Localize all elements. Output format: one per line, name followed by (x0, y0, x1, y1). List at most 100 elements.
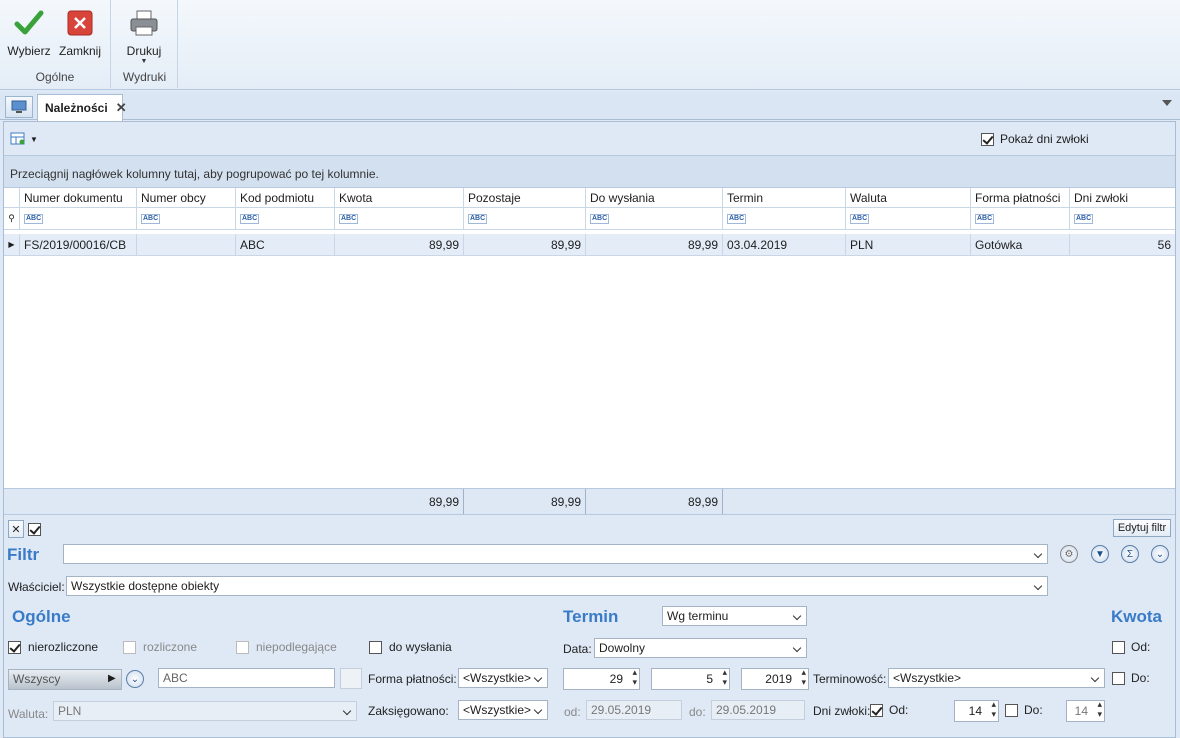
date-to-input[interactable]: 29.05.2019 (711, 700, 805, 720)
owner-label: Właściciel: (8, 580, 65, 594)
column-filter[interactable]: ABC (236, 208, 335, 229)
chevron-down-icon[interactable]: ⌄ (126, 670, 144, 688)
group-by-area[interactable]: Przeciągnij nagłówek kolumny tutaj, aby … (4, 155, 1175, 188)
table-cell: Gotówka (971, 234, 1070, 255)
abc-filter-icon: ABC (468, 213, 488, 224)
clear-filter-icon[interactable]: ✕ (8, 520, 24, 538)
ribbon-group-prints: Drukuj ▼ Wydruki (112, 0, 178, 88)
column-filter[interactable]: ABC (335, 208, 464, 229)
total-amount: 89,99 (335, 489, 464, 514)
posted-select[interactable]: <Wszystkie> (458, 700, 548, 720)
funnel-icon[interactable]: ▼ (1091, 545, 1109, 563)
column-filter[interactable]: ABC (1070, 208, 1175, 229)
grid-footer-totals: 89,99 89,99 89,99 (4, 488, 1175, 514)
day-spinner[interactable]: 29 (563, 667, 640, 690)
unsettled-check[interactable] (8, 640, 21, 654)
expand-icon[interactable]: ⌄ (1151, 545, 1169, 563)
currency-label: Waluta: (8, 707, 49, 721)
filter-row-icon: ⚲ (4, 208, 20, 229)
days-late-to-check[interactable] (1005, 703, 1018, 717)
amount-to-checkbox[interactable]: Do: (1112, 671, 1150, 685)
column-header[interactable]: Numer dokumentu (20, 188, 137, 207)
tab-home[interactable] (5, 96, 33, 118)
days-late-to-spinner[interactable]: 14 (1066, 699, 1105, 722)
timeliness-label: Terminowość: (813, 672, 887, 686)
tab-menu-icon[interactable] (1162, 100, 1172, 106)
close-tab-icon[interactable]: ✕ (116, 100, 127, 116)
date-from-input[interactable]: 29.05.2019 (586, 700, 682, 720)
filter-row: ⚲ ABC ABC ABC ABC ABC ABC ABC ABC ABC AB… (4, 208, 1175, 230)
column-filter[interactable]: ABC (723, 208, 846, 229)
column-filter[interactable]: ABC (846, 208, 971, 229)
column-filter[interactable]: ABC (971, 208, 1070, 229)
column-header[interactable]: Pozostaje (464, 188, 586, 207)
settled-checkbox[interactable]: rozliczone (123, 640, 197, 654)
play-icon[interactable]: ▶ (108, 673, 116, 684)
column-header[interactable]: Dni zwłoki (1070, 188, 1175, 207)
table-cell: 56 (1157, 237, 1171, 252)
close-button[interactable]: Zamknij (54, 4, 106, 58)
to-send-checkbox[interactable]: do wysłania (369, 640, 452, 654)
ribbon-group-general: Wybierz Zamknij Ogólne (0, 0, 111, 88)
checkmark-icon (12, 6, 46, 40)
column-header[interactable]: Waluta (846, 188, 971, 207)
column-filter[interactable]: ABC (464, 208, 586, 229)
column-filter[interactable]: ABC (586, 208, 723, 229)
days-late-from-checkbox[interactable]: Od: (870, 703, 908, 717)
edit-filter-button[interactable]: Edytuj filtr (1113, 519, 1171, 537)
amount-to-check[interactable] (1112, 671, 1125, 685)
total-remaining: 89,99 (464, 489, 586, 514)
show-delay-label: Pokaż dni zwłoki (1000, 132, 1089, 146)
eraser-icon[interactable] (340, 668, 362, 689)
owner-select[interactable]: Wszystkie dostępne obiekty (66, 576, 1048, 596)
select-button[interactable]: Wybierz (3, 4, 55, 58)
column-filter[interactable]: ABC (137, 208, 236, 229)
print-button[interactable]: Drukuj ▼ (118, 4, 170, 65)
date-from-label: od: (564, 705, 581, 719)
table-row[interactable]: ▶ FS/2019/00016/CB ABC 89,99 89,99 89,99… (4, 234, 1175, 256)
term-section-title: Termin (563, 607, 619, 626)
column-header[interactable]: Termin (723, 188, 846, 207)
row-indicator-header (4, 188, 20, 207)
unsettled-checkbox[interactable]: nierozliczone (8, 640, 98, 654)
days-late-to-checkbox[interactable]: Do: (1005, 703, 1043, 717)
to-send-check[interactable] (369, 640, 382, 654)
amount-from-check[interactable] (1112, 640, 1125, 654)
column-header[interactable]: Forma płatności (971, 188, 1070, 207)
table-cell: PLN (846, 234, 971, 255)
abc-filter-icon: ABC (975, 213, 995, 224)
enable-filter-check[interactable] (28, 523, 41, 537)
abc-filter-icon: ABC (850, 213, 870, 224)
amount-from-checkbox[interactable]: Od: (1112, 640, 1150, 654)
not-applicable-checkbox[interactable]: niepodlegające (236, 640, 337, 654)
layout-menu-button[interactable]: ▼ (10, 132, 38, 146)
column-filter[interactable]: ABC (20, 208, 137, 229)
chevron-down-icon: ▼ (30, 134, 38, 144)
column-header[interactable]: Kwota (335, 188, 464, 207)
enable-filter-checkbox[interactable] (28, 522, 41, 537)
days-late-from-check[interactable] (870, 703, 883, 717)
who-select[interactable]: Wszyscy (8, 669, 122, 690)
abc-filter-icon: ABC (141, 213, 161, 224)
timeliness-select[interactable]: <Wszystkie> (888, 668, 1105, 688)
currency-select[interactable]: PLN (53, 701, 357, 721)
year-spinner[interactable]: 2019 (741, 667, 809, 690)
column-header[interactable]: Kod podmiotu (236, 188, 335, 207)
filter-input[interactable] (63, 544, 1048, 564)
gear-icon[interactable]: ⚙ (1060, 545, 1078, 563)
not-applicable-check[interactable] (236, 640, 249, 654)
term-mode-select[interactable]: Wg terminu (662, 606, 807, 626)
days-late-from-spinner[interactable]: 14 (954, 699, 999, 722)
tab-receivables[interactable]: Należności ✕ (37, 94, 127, 121)
column-header[interactable]: Do wysłania (586, 188, 723, 207)
column-header[interactable]: Numer obcy (137, 188, 236, 207)
close-icon (63, 6, 97, 40)
payment-form-select[interactable]: <Wszystkie> (458, 668, 548, 688)
sigma-icon[interactable]: Σ (1121, 545, 1139, 563)
month-spinner[interactable]: 5 (651, 667, 730, 690)
settled-check[interactable] (123, 640, 136, 654)
show-delay-checkbox[interactable]: Pokaż dni zwłoki (981, 132, 1089, 146)
date-select[interactable]: Dowolny (594, 638, 807, 658)
code-input[interactable]: ABC (158, 668, 335, 688)
show-delay-check[interactable] (981, 132, 994, 146)
